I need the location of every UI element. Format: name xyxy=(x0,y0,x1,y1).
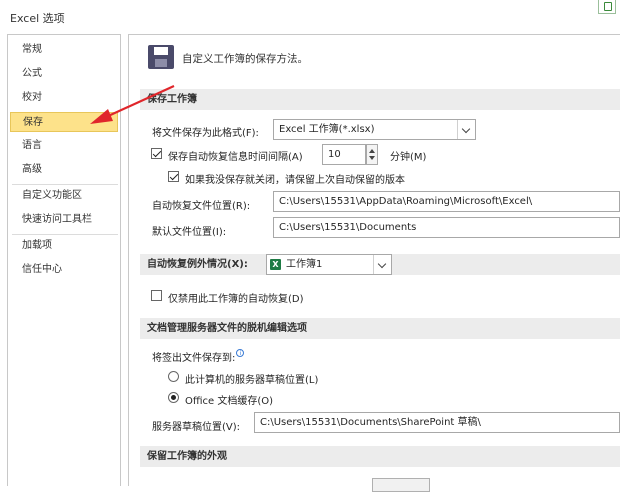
sidebar-divider xyxy=(12,234,118,235)
default-location-input[interactable]: C:\Users\15531\Documents xyxy=(273,217,620,238)
radio-server-drafts[interactable] xyxy=(168,371,179,382)
save-format-dropdown[interactable]: Excel 工作簿(*.xlsx) xyxy=(273,119,476,140)
save-format-label: 将文件保存为此格式(F): xyxy=(152,128,259,139)
exceptions-workbook-value: 工作簿1 xyxy=(286,259,323,270)
section-header-preserve-appearance: 保留工作簿的外观 xyxy=(140,446,620,467)
sidebar-item-customize-ribbon[interactable]: 自定义功能区 xyxy=(8,186,120,206)
spinner-up-icon[interactable] xyxy=(369,149,375,153)
floppy-disk-icon xyxy=(148,45,174,69)
sidebar-item-general[interactable]: 常规 xyxy=(8,40,120,60)
sidebar-item-formulas[interactable]: 公式 xyxy=(8,64,120,84)
default-location-label: 默认文件位置(I): xyxy=(152,227,227,238)
drafts-location-input[interactable]: C:\Users\15531\Documents\SharePoint 草稿\ xyxy=(254,412,620,433)
sidebar-item-proofing[interactable]: 校对 xyxy=(8,88,120,108)
section-header-save-workbooks: 保存工作簿 xyxy=(140,89,620,110)
keep-last-version-label: 如果我没保存就关闭，请保留上次自动保留的版本 xyxy=(185,175,405,186)
sidebar-item-quick-access-toolbar[interactable]: 快速访问工具栏 xyxy=(8,210,120,230)
info-icon: i xyxy=(236,349,245,357)
drafts-location-label: 服务器草稿位置(V): xyxy=(152,422,241,433)
sidebar-divider xyxy=(12,184,118,185)
sidebar-item-trust-center[interactable]: 信任中心 xyxy=(8,260,120,280)
interval-unit-label: 分钟(M) xyxy=(390,152,427,163)
disable-autorecover-label: 仅禁用此工作簿的自动恢复(D) xyxy=(168,294,304,305)
sidebar-item-advanced[interactable]: 高级 xyxy=(8,160,120,180)
autorecover-interval-input[interactable]: 10 xyxy=(322,144,366,165)
autorecover-location-label: 自动恢复文件位置(R): xyxy=(152,201,251,212)
spinner-down-icon[interactable] xyxy=(369,156,375,160)
sidebar: 常规 公式 校对 保存 语言 高级 自定义功能区 快速访问工具栏 加载项 信任中… xyxy=(7,34,121,486)
keep-last-version-checkbox[interactable] xyxy=(168,171,179,182)
exceptions-workbook-dropdown[interactable]: X 工作簿1 xyxy=(266,254,392,275)
radio-office-cache[interactable] xyxy=(168,392,179,403)
chevron-down-icon xyxy=(457,120,475,139)
radio-server-drafts-label: 此计算机的服务器草稿位置(L) xyxy=(185,375,319,386)
save-checked-out-label: 将签出文件保存到: i xyxy=(152,349,245,364)
autorecover-checkbox[interactable] xyxy=(151,148,162,159)
radio-office-cache-label: Office 文档缓存(O) xyxy=(185,396,274,407)
autorecover-label: 保存自动恢复信息时间间隔(A) xyxy=(168,152,303,163)
interval-spinner[interactable] xyxy=(366,144,378,165)
excel-workbook-icon: X xyxy=(270,259,281,270)
autorecover-exceptions-label: 自动恢复例外情况(X): xyxy=(147,259,248,270)
save-checked-out-text: 将签出文件保存到: xyxy=(152,353,236,364)
sidebar-item-save[interactable]: 保存 xyxy=(10,112,118,132)
sidebar-item-add-ins[interactable]: 加载项 xyxy=(8,236,120,256)
page-heading: 自定义工作簿的保存方法。 xyxy=(182,53,308,65)
chevron-down-icon xyxy=(373,255,391,274)
autorecover-location-input[interactable]: C:\Users\15531\AppData\Roaming\Microsoft… xyxy=(273,191,620,212)
sidebar-item-language[interactable]: 语言 xyxy=(8,136,120,156)
colors-button[interactable] xyxy=(372,478,430,492)
section-header-offline-editing: 文档管理服务器文件的脱机编辑选项 xyxy=(140,318,620,339)
window-title: Excel 选项 xyxy=(10,12,65,25)
restore-icon[interactable] xyxy=(598,0,616,14)
disable-autorecover-checkbox[interactable] xyxy=(151,290,162,301)
save-format-value: Excel 工作簿(*.xlsx) xyxy=(279,124,375,135)
